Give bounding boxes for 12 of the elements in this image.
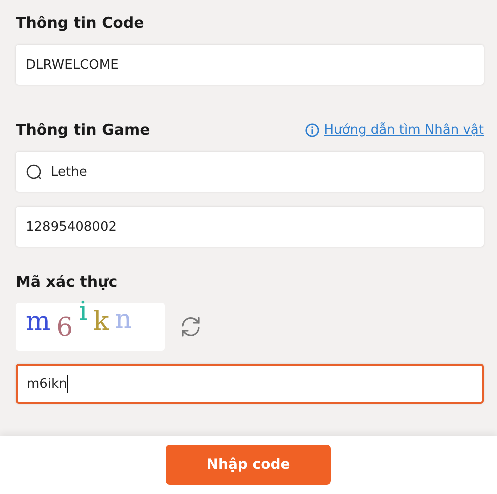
refresh-icon[interactable] <box>179 315 203 339</box>
section-title: Mã xác thực <box>16 273 119 291</box>
help-link[interactable]: Hướng dẫn tìm Nhân vật <box>324 122 484 138</box>
info-icon <box>305 122 320 138</box>
id-field[interactable]: 12895408002 <box>16 207 484 247</box>
captcha-input-field[interactable]: m6ikn <box>16 364 484 404</box>
captcha-image: m 6 i k n <box>16 303 165 351</box>
section-title: Thông tin Code <box>16 14 146 32</box>
code-field[interactable]: DLRWELCOME <box>16 45 484 85</box>
search-icon <box>26 164 43 180</box>
character-search-field[interactable]: Lethe <box>16 152 484 192</box>
section-title: Thông tin Game <box>16 121 150 139</box>
